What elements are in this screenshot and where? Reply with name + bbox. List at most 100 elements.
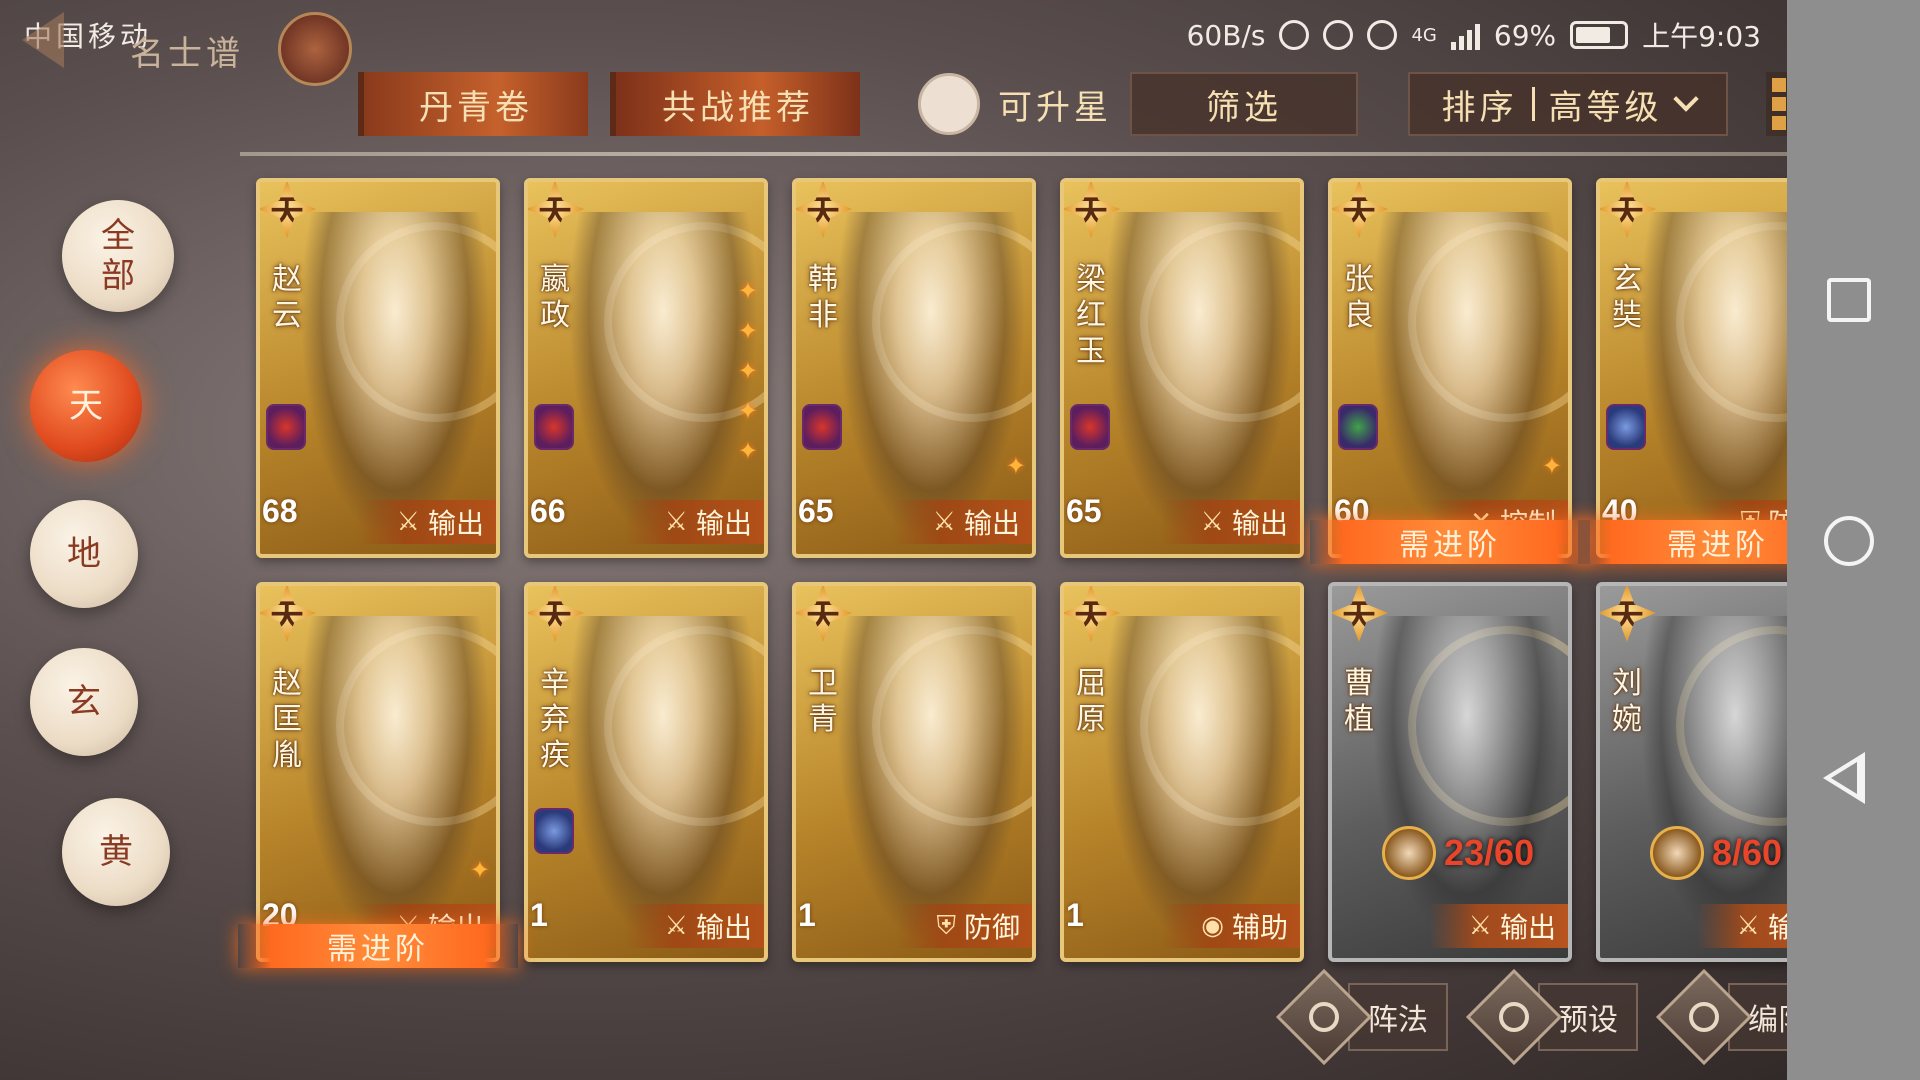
home-icon[interactable] — [1824, 516, 1874, 566]
formation-button[interactable]: 阵法 — [1275, 968, 1448, 1066]
support-icon: ◉ — [1201, 911, 1224, 941]
filter-all-label: 全部 — [101, 216, 135, 296]
role-label: 输出 — [695, 911, 752, 944]
filter-tian-button[interactable]: 天 — [30, 350, 142, 462]
sort-dropdown[interactable]: 排序 高等级 — [1408, 72, 1728, 136]
role-tag: ⚔输出 — [624, 904, 764, 948]
hero-portrait — [300, 616, 490, 946]
role-label: 输出 — [1499, 911, 1556, 944]
battery-percent: 69% — [1493, 18, 1557, 52]
hero-card[interactable]: 天 卫青 1 ⛨ 防御 — [792, 582, 1036, 962]
faction-icon — [1070, 404, 1110, 450]
faction-icon — [802, 404, 842, 450]
hero-name: 屈原 — [1076, 666, 1106, 737]
role-label: 输出 — [427, 507, 484, 540]
role-tag: ◉ 辅助 — [1161, 904, 1300, 948]
role-tag: ⛨防御 — [896, 904, 1032, 948]
mute-icon — [1323, 20, 1354, 50]
upgradable-toggle[interactable]: 可升星 — [918, 72, 1148, 136]
fragment-count: 23/60 — [1444, 832, 1535, 873]
hero-portrait — [836, 616, 1026, 946]
faction-icon — [266, 404, 306, 450]
star-icon: ✦ — [737, 397, 758, 425]
preset-button[interactable]: 预设 — [1465, 968, 1638, 1066]
hero-portrait — [1104, 212, 1294, 542]
sword-icon: ⚔ — [396, 507, 420, 537]
filter-huang-label: 黄 — [99, 832, 133, 872]
title-area: 名士谱 — [0, 0, 360, 86]
hero-card-locked[interactable]: 天 曹植 23/60 ⚔ 输出 — [1328, 582, 1572, 962]
hero-level: 68 — [262, 493, 298, 529]
hero-name: 嬴政 — [540, 262, 570, 333]
hero-card[interactable]: 天 赵云 68 ⚔ 输出 — [256, 178, 500, 558]
star-icon: ✦ — [469, 856, 490, 884]
hero-portrait — [1372, 212, 1562, 542]
hero-level: 65 — [798, 493, 834, 529]
role-label: 输出 — [963, 507, 1020, 540]
filter-xuan-button[interactable]: 玄 — [30, 648, 138, 756]
filter-label: 筛选 — [1206, 87, 1282, 128]
filter-tian-label: 天 — [69, 386, 103, 426]
star-icon: ✦ — [737, 277, 758, 305]
toggle-circle-icon[interactable] — [918, 73, 980, 135]
sword-icon: ⚔ — [1200, 507, 1224, 537]
hero-name: 辛弃疾 — [540, 666, 570, 773]
sword-icon: ⚔ — [664, 507, 688, 537]
signal-icon — [1450, 20, 1480, 50]
hero-card[interactable]: 天 梁红玉 65 ⚔ 输出 — [1060, 178, 1304, 558]
hero-portrait — [1104, 616, 1294, 946]
role-tag: ⚔输出 — [1428, 904, 1568, 948]
hero-card[interactable]: 天 屈原 1 ◉ 辅助 — [1060, 582, 1304, 962]
shield-icon: ⛨ — [936, 910, 956, 941]
faction-icon — [534, 404, 574, 450]
hero-card[interactable]: 天 韩非 ✦ 65 ⚔ 输出 — [792, 178, 1036, 558]
chevron-down-icon — [1672, 86, 1699, 112]
star-icon: ✦ — [1005, 452, 1026, 480]
star-column: ✦ — [1542, 452, 1562, 480]
page-title: 名士谱 — [130, 34, 244, 74]
filter-di-label: 地 — [67, 534, 101, 574]
hero-avatar-icon — [1382, 826, 1436, 880]
danqing-button[interactable]: 丹青卷 — [358, 72, 588, 136]
gongzhan-button[interactable]: 共战推荐 — [610, 72, 860, 136]
top-toolbar: 丹青卷 共战推荐 可升星 筛选 排序 高等级 — [358, 70, 1830, 140]
hero-level: 66 — [530, 493, 566, 529]
hero-portrait — [1372, 616, 1562, 946]
advance-banner[interactable]: 需进阶 — [1310, 520, 1590, 564]
hero-portrait — [836, 212, 1026, 542]
bottom-action-bar: 阵法 预设 编队 — [1275, 968, 1850, 1066]
hero-card[interactable]: 天 辛弃疾 1 ⚔ 输出 — [524, 582, 768, 962]
hero-card[interactable]: 天 嬴政 ✦ ✦ ✦ ✦ ✦ 66 ⚔ 输出 — [524, 178, 768, 558]
network-type: 4G — [1411, 24, 1437, 46]
alarm-icon — [1367, 20, 1398, 50]
star-icon: ✦ — [737, 437, 758, 465]
sword-icon: ⚔ — [1468, 911, 1492, 941]
star-column: ✦ ✦ ✦ ✦ ✦ — [738, 277, 758, 465]
role-tag: ⚔输出 — [356, 500, 496, 544]
role-label: 输出 — [695, 507, 752, 540]
hero-avatar-icon — [1650, 826, 1704, 880]
hero-card[interactable]: 天 赵匡胤 ✦ 20 ⚔输出 — [256, 582, 500, 962]
back-triangle-icon[interactable] — [1823, 752, 1865, 804]
role-label: 输出 — [1231, 507, 1288, 540]
recents-icon[interactable] — [1827, 278, 1871, 322]
filter-huang-button[interactable]: 黄 — [62, 798, 170, 906]
filter-xuan-label: 玄 — [67, 682, 101, 722]
sort-separator — [1531, 87, 1535, 121]
hero-portrait — [300, 212, 490, 542]
advance-banner[interactable]: 需进阶 — [238, 924, 518, 968]
hero-name: 韩非 — [808, 262, 838, 333]
star-icon: ✦ — [737, 357, 758, 385]
back-arrow-icon[interactable] — [22, 12, 64, 68]
hero-level: 1 — [530, 897, 548, 933]
hero-name: 刘婉 — [1612, 666, 1642, 737]
hero-card[interactable]: 天 张良 ✦ 60 ✕控制 — [1328, 178, 1572, 558]
data-saver-icon — [1279, 20, 1310, 50]
star-icon: ✦ — [737, 317, 758, 345]
filter-button[interactable]: 筛选 — [1130, 72, 1358, 136]
hero-level: 65 — [1066, 493, 1102, 529]
filter-di-button[interactable]: 地 — [30, 500, 138, 608]
filter-all-button[interactable]: 全部 — [62, 200, 174, 312]
battery-icon — [1570, 21, 1629, 49]
sword-icon: ⚔ — [1736, 911, 1760, 941]
